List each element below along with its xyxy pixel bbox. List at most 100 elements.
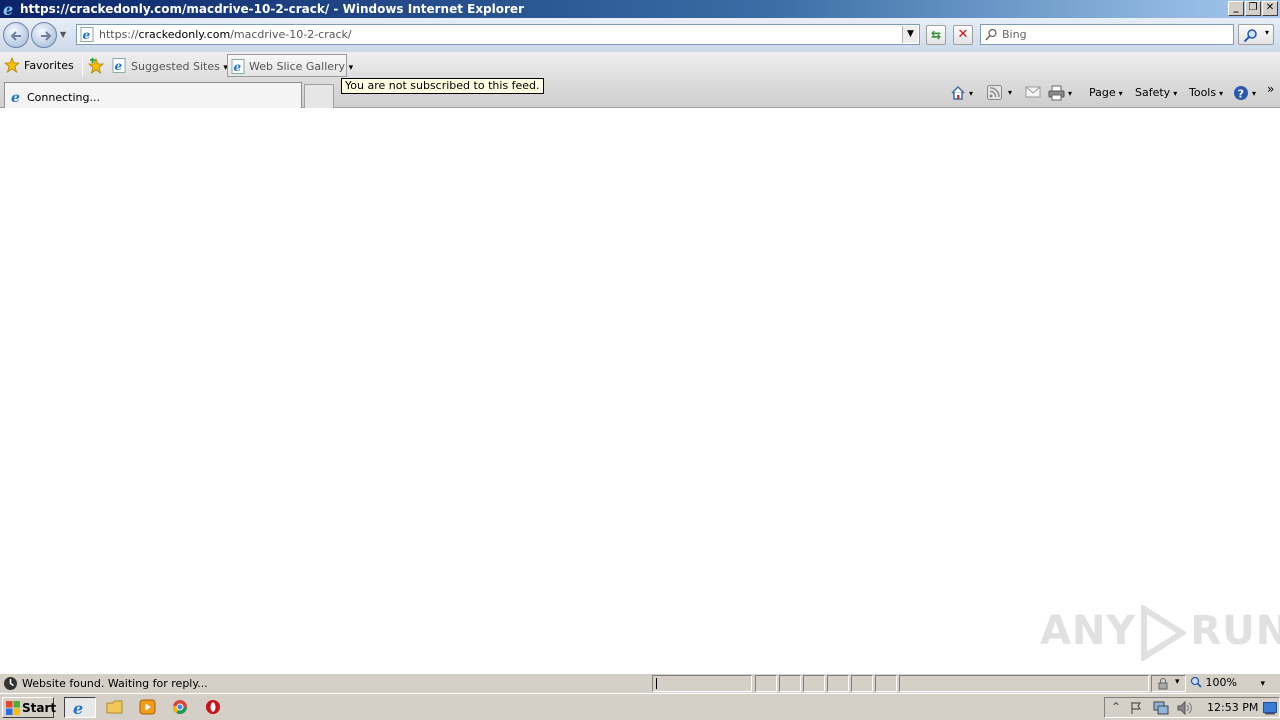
status-text: Website found. Waiting for reply... xyxy=(22,677,208,690)
printer-icon xyxy=(1048,85,1065,101)
network-icon[interactable] xyxy=(1153,701,1169,715)
tools-menu[interactable]: Tools ▾ xyxy=(1189,86,1223,102)
clock[interactable]: 12:53 PM xyxy=(1207,701,1258,714)
feed-tooltip: You are not subscribed to this feed. xyxy=(341,78,544,94)
system-tray: ⌃ 12:53 PM xyxy=(1104,697,1280,718)
taskbar-file-explorer[interactable] xyxy=(102,697,128,718)
action-center-flag-icon[interactable] xyxy=(1130,701,1144,715)
zoom-icon xyxy=(1190,676,1202,688)
status-pane xyxy=(851,675,873,692)
protected-mode-pane[interactable]: ▾ xyxy=(1151,675,1186,692)
status-pane xyxy=(875,675,897,692)
ie-loading-icon: e xyxy=(11,90,20,104)
url-text[interactable]: https://crackedonly.com/macdrive-10-2-cr… xyxy=(99,28,352,41)
status-pane xyxy=(827,675,849,692)
search-provider-icon xyxy=(985,28,997,41)
folder-icon xyxy=(106,700,123,714)
opera-icon xyxy=(206,700,220,714)
minimize-button[interactable]: _ xyxy=(1228,1,1244,16)
search-icon xyxy=(1243,29,1257,43)
windows-logo-icon xyxy=(6,701,20,715)
page-menu[interactable]: Page ▾ xyxy=(1089,86,1123,102)
back-button[interactable] xyxy=(3,22,29,48)
stop-icon: ✕ xyxy=(957,27,969,42)
add-to-favorites-bar-icon[interactable] xyxy=(88,58,104,74)
stop-button[interactable]: ✕ xyxy=(953,25,973,45)
forward-arrow-icon xyxy=(41,31,52,41)
suggested-sites-label: Suggested Sites ▾ xyxy=(131,60,228,73)
start-button[interactable]: Start xyxy=(2,697,57,718)
taskbar-chrome[interactable] xyxy=(168,697,194,718)
search-button[interactable]: ▾ xyxy=(1238,24,1274,45)
home-button[interactable]: ▾ xyxy=(950,85,973,103)
status-bar: Website found. Waiting for reply... ▾ 10… xyxy=(0,673,1280,693)
loading-status-icon xyxy=(4,677,17,690)
window-title: https://crackedonly.com/macdrive-10-2-cr… xyxy=(20,2,524,16)
refresh-button[interactable]: ⇆ xyxy=(926,25,946,45)
volume-icon[interactable] xyxy=(1177,701,1193,715)
favorites-label: Favorites xyxy=(24,59,74,72)
address-bar[interactable]: e https://crackedonly.com/macdrive-10-2-… xyxy=(76,24,920,45)
favorites-bar: Favorites e Suggested Sites ▾ e Web Slic… xyxy=(0,52,1280,80)
help-button[interactable]: ? ▾ xyxy=(1233,85,1256,103)
close-button[interactable]: ✕ xyxy=(1262,1,1278,16)
svg-text:e: e xyxy=(73,700,83,716)
zone-pane xyxy=(899,675,1149,692)
read-mail-button[interactable] xyxy=(1025,85,1041,103)
url-path: /macdrive-10-2-crack/ xyxy=(230,28,352,41)
page-content xyxy=(0,108,1280,673)
url-host: crackedonly.com xyxy=(138,28,231,41)
taskbar-opera[interactable] xyxy=(201,697,227,718)
forward-button[interactable] xyxy=(31,22,57,48)
chrome-icon xyxy=(172,700,187,714)
zoom-dropdown[interactable]: ▾ xyxy=(1260,679,1265,689)
status-pane xyxy=(755,675,777,692)
favorites-star-icon xyxy=(4,57,20,73)
tab-bar: e Connecting... xyxy=(0,80,1280,108)
ie-icon: e xyxy=(73,700,83,716)
svg-text:e: e xyxy=(11,90,20,104)
ie-page-icon: e xyxy=(80,27,94,42)
search-input[interactable]: Bing xyxy=(980,24,1234,45)
taskbar-internet-explorer[interactable]: e xyxy=(64,697,96,718)
protected-mode-dropdown: ▾ xyxy=(1175,677,1180,687)
show-hidden-icons-icon[interactable]: ⌃ xyxy=(1111,700,1121,714)
start-label: Start xyxy=(22,701,57,715)
svg-text:e: e xyxy=(115,59,123,73)
zoom-control[interactable]: 100% ▾ xyxy=(1190,676,1265,689)
navigation-bar: ▼ e https://crackedonly.com/macdrive-10-… xyxy=(0,18,1280,52)
web-slice-gallery-link[interactable]: e Web Slice Gallery ▾ xyxy=(227,54,353,77)
toolbar-overflow-chevron[interactable]: » xyxy=(1267,82,1274,98)
print-button[interactable]: ▾ xyxy=(1048,85,1072,103)
web-slice-gallery-label: Web Slice Gallery ▾ xyxy=(249,60,354,73)
title-bar: e https://crackedonly.com/macdrive-10-2-… xyxy=(0,0,1280,18)
help-icon: ? xyxy=(1234,86,1248,100)
svg-text:?: ? xyxy=(1238,87,1244,100)
back-arrow-icon xyxy=(10,31,21,41)
tab-label: Connecting... xyxy=(27,91,100,104)
status-pane xyxy=(803,675,825,692)
lock-icon xyxy=(1158,678,1168,690)
tab-connecting[interactable]: e Connecting... xyxy=(4,82,302,108)
feeds-button[interactable]: ▾ xyxy=(987,85,1012,103)
new-tab-button[interactable] xyxy=(304,84,334,108)
show-desktop-icon[interactable] xyxy=(1263,701,1277,715)
url-scheme: https:// xyxy=(99,28,139,41)
mail-icon xyxy=(1025,86,1041,98)
svg-text:e: e xyxy=(234,60,242,74)
ie-logo-icon: e xyxy=(3,1,13,17)
taskbar: Start e ⌃ 12:53 PM xyxy=(0,693,1280,720)
zoom-level: 100% xyxy=(1205,676,1237,689)
search-options-dropdown[interactable]: ▾ xyxy=(1265,28,1269,37)
play-logo-icon xyxy=(1141,605,1187,661)
recent-pages-dropdown[interactable]: ▼ xyxy=(60,30,66,39)
taskbar-media-player[interactable] xyxy=(135,697,161,718)
ie-page-icon: e xyxy=(112,58,126,73)
maximize-button[interactable]: ❐ xyxy=(1245,1,1261,16)
ie-page-icon: e xyxy=(231,59,245,74)
home-icon xyxy=(951,85,965,100)
address-dropdown-button[interactable]: ▼ xyxy=(902,26,918,43)
rss-feed-icon xyxy=(987,85,1002,100)
safety-menu[interactable]: Safety ▾ xyxy=(1135,86,1177,102)
refresh-icon: ⇆ xyxy=(930,28,942,42)
